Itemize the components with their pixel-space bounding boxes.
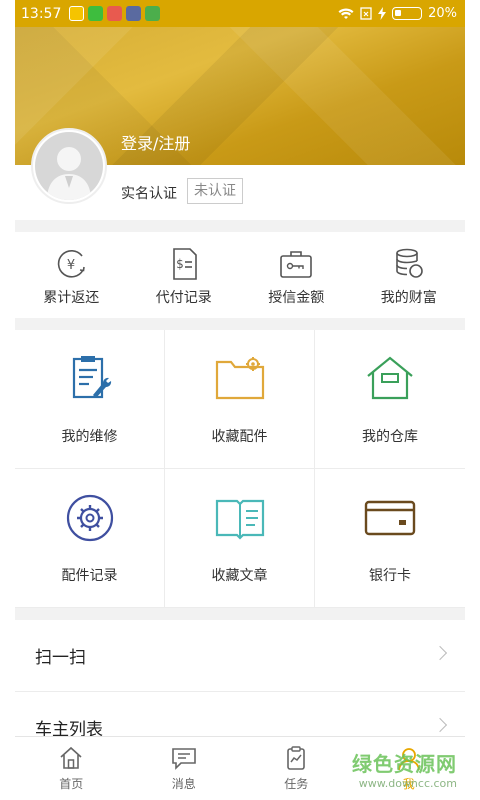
tab-label: 任务 (284, 777, 309, 791)
svg-text:¥: ¥ (67, 258, 75, 273)
yen-return-icon: ¥ (58, 249, 86, 278)
stat-label: 我的财富 (380, 290, 437, 306)
tab-messages[interactable]: 消息 (128, 737, 241, 800)
grid-item-saved-articles[interactable]: 收藏文章 (165, 469, 315, 608)
bill-icon: $ (172, 248, 197, 280)
grid-item-saved-parts[interactable]: 收藏配件 (165, 330, 315, 469)
app-notification-icon (145, 6, 161, 21)
notification-icons (69, 6, 161, 21)
battery-icon (392, 7, 423, 20)
grid-label: 我的仓库 (362, 429, 418, 445)
grid-item-bank-card[interactable]: 银行卡 (315, 469, 465, 608)
gear-circle-icon (66, 494, 113, 542)
task-icon (287, 746, 306, 770)
grid-label: 配件记录 (61, 568, 118, 584)
chevron-right-icon (432, 717, 448, 733)
watermark-text: 绿色资源网 (352, 752, 457, 776)
app-notification-icon (126, 6, 142, 21)
stat-my-wealth[interactable]: 我的财富 (353, 232, 466, 318)
stat-credit-amount[interactable]: 授信金额 (240, 232, 353, 318)
stat-label: 授信金额 (268, 290, 325, 306)
app-screen: 13:57 20% 登录/注册 实名认证 未认证 ¥ 累计返还 $ 代付记录 授… (15, 0, 465, 800)
grid-item-my-repairs[interactable]: 我的维修 (15, 330, 165, 469)
watermark-url: www.downcc.com (358, 777, 457, 790)
stat-label: 累计返还 (43, 290, 100, 306)
realname-status-badge[interactable]: 未认证 (187, 178, 243, 204)
watermark: 绿色资源网 www.downcc.com (352, 748, 457, 790)
repair-clipboard-icon (72, 356, 111, 399)
grid-label: 收藏文章 (211, 568, 268, 584)
stat-cumulative-return[interactable]: ¥ 累计返还 (15, 232, 128, 318)
tab-tasks[interactable]: 任务 (240, 737, 353, 800)
briefcase-key-icon (280, 251, 313, 278)
message-icon (171, 748, 196, 770)
wifi-icon (338, 8, 354, 19)
chevron-right-icon (432, 645, 448, 661)
folder-gear-icon (215, 357, 264, 400)
charging-icon (378, 7, 387, 20)
bank-card-icon (364, 500, 416, 536)
grid-item-my-warehouse[interactable]: 我的仓库 (315, 330, 465, 469)
tab-label: 消息 (171, 777, 196, 791)
stat-label: 代付记录 (155, 290, 212, 306)
status-right: 20% (338, 6, 457, 21)
wechat-icon (88, 6, 104, 21)
stats-row: ¥ 累计返还 $ 代付记录 授信金额 我的财富 (15, 232, 465, 318)
battery-level: 20% (428, 6, 457, 21)
tab-label: 首页 (59, 777, 84, 791)
warehouse-icon (367, 356, 413, 400)
coins-icon (395, 248, 423, 278)
grid-label: 银行卡 (369, 568, 411, 584)
login-register-link[interactable]: 登录/注册 (121, 130, 190, 154)
menu-item-scan[interactable]: 扫一扫 (15, 620, 465, 692)
grid-label: 我的维修 (61, 429, 118, 445)
grid-item-part-records[interactable]: 配件记录 (15, 469, 165, 608)
app-notification-icon (107, 6, 123, 21)
open-book-icon (215, 499, 264, 540)
home-icon (60, 746, 82, 769)
sim-icon (360, 7, 372, 20)
default-avatar-icon (47, 147, 91, 200)
avatar[interactable] (31, 128, 107, 204)
status-time: 13:57 (21, 5, 62, 22)
app-notification-icon (69, 6, 85, 21)
stat-payment-records[interactable]: $ 代付记录 (128, 232, 241, 318)
tab-home[interactable]: 首页 (15, 737, 128, 800)
status-bar: 13:57 20% (15, 0, 465, 27)
grid-label: 收藏配件 (211, 429, 268, 445)
realname-label: 实名认证 (121, 186, 177, 202)
menu-label: 扫一扫 (35, 648, 86, 668)
svg-text:$: $ (176, 257, 184, 271)
feature-grid: 我的维修 收藏配件 我的仓库 配件记录 收藏文章 银行卡 (15, 330, 465, 608)
